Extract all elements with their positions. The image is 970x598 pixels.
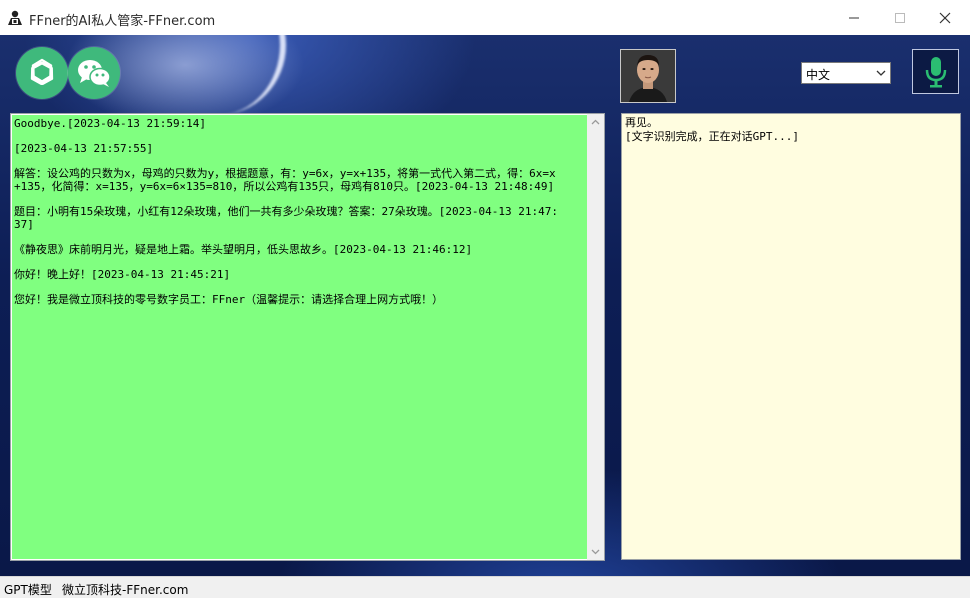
maximize-button[interactable] xyxy=(880,4,920,32)
digital-employee-avatar xyxy=(620,49,676,103)
scroll-up-icon[interactable] xyxy=(591,119,600,125)
openai-button[interactable] xyxy=(16,47,68,99)
status-line: [文字识别完成，正在对话GPT...] xyxy=(625,130,799,143)
chat-message: 解答：设公鸡的只数为x，母鸡的只数为y，根据题意，有：y=6x，y=x+135，… xyxy=(14,167,556,193)
chat-message: 题目：小明有15朵玫瑰，小红有12朵玫瑰，他们一共有多少朵玫瑰？答案：27朵玫瑰… xyxy=(14,205,558,231)
language-select-value: 中文 xyxy=(806,68,831,82)
chat-message: 《静夜思》床前明月光，疑是地上霜。举头望明月，低头思故乡。[2023-04-13… xyxy=(14,243,473,256)
chevron-down-icon xyxy=(876,70,886,76)
wechat-icon xyxy=(78,60,111,87)
chat-history-scrollbar[interactable] xyxy=(587,114,604,560)
microphone-button[interactable] xyxy=(912,49,959,94)
status-bar: GPT模型 微立顶科技-FFner.com xyxy=(0,576,970,598)
title-bar: FFner的AI私人管家-FFner.com xyxy=(0,0,970,35)
language-select[interactable]: 中文 xyxy=(801,62,891,84)
status-output-panel[interactable]: 再见。 [文字识别完成，正在对话GPT...] xyxy=(621,113,961,560)
status-line: 再见。 xyxy=(625,116,658,129)
maximize-icon xyxy=(895,13,905,23)
close-button[interactable] xyxy=(925,4,965,32)
chat-history-text: Goodbye.[2023-04-13 21:59:14] [2023-04-1… xyxy=(12,115,587,559)
app-icon xyxy=(8,10,22,25)
chat-message: Goodbye.[2023-04-13 21:59:14] xyxy=(14,117,207,130)
wechat-button[interactable] xyxy=(68,47,120,99)
chat-message: 您好！我是微立顶科技的零号数字员工：FFner（温馨提示：请选择合理上网方式哦！… xyxy=(14,293,444,306)
chat-message: [2023-04-13 21:57:55] xyxy=(14,142,154,155)
microphone-icon xyxy=(925,56,946,87)
background-light-arc xyxy=(150,35,286,115)
minimize-icon xyxy=(849,17,859,19)
chat-history-panel[interactable]: Goodbye.[2023-04-13 21:59:14] [2023-04-1… xyxy=(10,113,605,561)
main-window-body: 中文 Goodbye.[2023-04-13 21:59:14] [2023-0… xyxy=(0,35,970,576)
chat-message: 你好！晚上好！[2023-04-13 21:45:21] xyxy=(14,268,231,281)
status-model-label: GPT模型 xyxy=(4,583,52,597)
close-icon xyxy=(939,12,951,24)
openai-logo-icon xyxy=(30,58,54,85)
status-company-label: 微立顶科技-FFner.com xyxy=(62,583,189,597)
minimize-button[interactable] xyxy=(834,4,874,32)
window-title: FFner的AI私人管家-FFner.com xyxy=(29,14,216,29)
scroll-down-icon[interactable] xyxy=(591,549,600,555)
